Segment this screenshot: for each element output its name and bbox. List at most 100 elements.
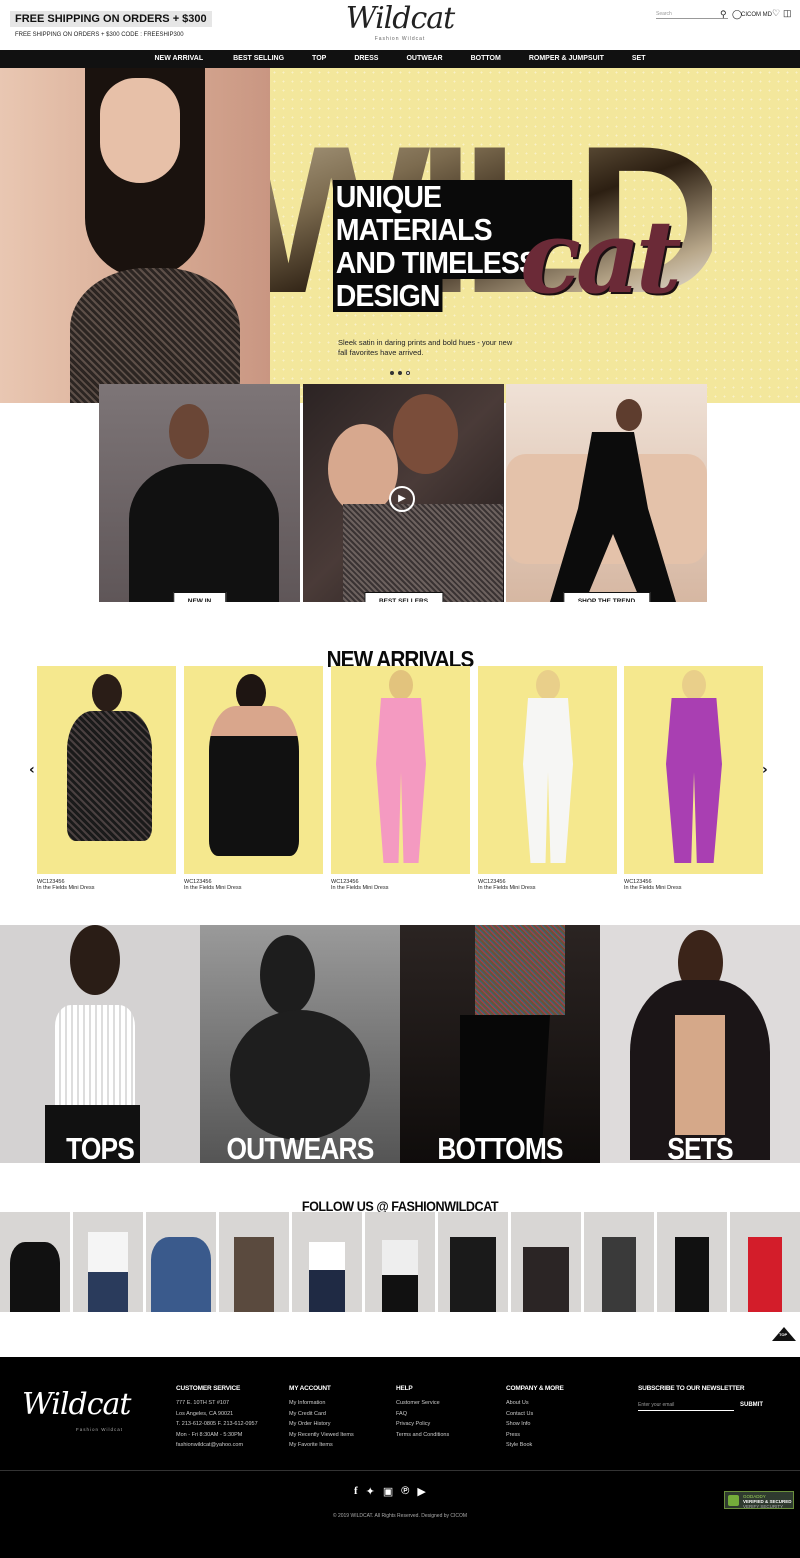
instagram-post[interactable] [438,1212,508,1312]
product-image[interactable] [184,666,323,874]
post-figure [88,1272,128,1312]
newsletter-email-input[interactable]: Enter your email [638,1399,734,1411]
shop-the-trend-button[interactable]: SHOP THE TREND [562,592,651,602]
footer-email-link[interactable]: fashionwildcat@yahoo.com [176,1440,258,1451]
model-head [682,670,706,700]
product-image[interactable] [624,666,763,874]
product-image[interactable] [331,666,470,874]
feature-tile-shop-trend[interactable]: SHOP THE TREND [506,384,707,602]
footer-link[interactable]: Contact Us [506,1409,564,1420]
back-to-top-label: TOP [779,1332,788,1337]
footer-text: T. 213-612-0805 F. 213-612-0957 [176,1421,258,1427]
nav-best-selling[interactable]: BEST SELLING [233,50,284,68]
product-card[interactable]: WC123456 In the Fields Mini Dress [37,666,176,891]
back-to-top-button[interactable]: TOP [772,1327,796,1341]
footer-link[interactable]: My Information [289,1398,354,1409]
footer-link[interactable]: Style Book [506,1440,564,1451]
footer-link[interactable]: Press [506,1430,564,1441]
product-name[interactable]: In the Fields Mini Dress [624,885,763,891]
product-card[interactable]: WC123456 In the Fields Mini Dress [624,666,763,891]
carousel-dot[interactable] [390,371,394,375]
product-name[interactable]: In the Fields Mini Dress [184,885,323,891]
chevron-left-icon[interactable]: ‹ [29,762,35,778]
footer-link[interactable]: Terms and Conditions [396,1430,449,1441]
feature-tile-best-sellers[interactable]: ▶ BEST SELLERS [303,384,504,602]
product-image[interactable] [37,666,176,874]
product-name[interactable]: In the Fields Mini Dress [478,885,617,891]
footer-link[interactable]: My Favorite Items [289,1440,354,1451]
product-card[interactable]: WC123456 In the Fields Mini Dress [331,666,470,891]
model-bodysuit [209,706,299,856]
category-bottoms[interactable]: BOTTOMS [400,925,600,1163]
hero-banner[interactable]: WILD UNIQUE MATERIALS AND TIMELESS DESIG… [0,68,800,403]
twitter-icon[interactable]: ✦ [366,1485,375,1498]
footer-link[interactable]: Privacy Policy [396,1419,449,1430]
feature-tile-new-in[interactable]: NEW IN [99,384,300,602]
post-figure [450,1237,496,1312]
search-input[interactable]: Search [656,9,728,19]
instagram-post[interactable] [73,1212,143,1312]
carousel-dot[interactable] [406,371,410,375]
product-name[interactable]: In the Fields Mini Dress [37,885,176,891]
cat-model-lace-top [55,1005,135,1110]
instagram-post[interactable] [511,1212,581,1312]
shield-icon [728,1495,739,1506]
footer-link[interactable]: FAQ [396,1409,449,1420]
footer-link[interactable]: My Recently Viewed Items [289,1430,354,1441]
account-label[interactable]: CICOM MD [741,10,772,20]
instagram-post[interactable] [219,1212,289,1312]
facebook-icon[interactable]: f [354,1485,358,1498]
instagram-post[interactable] [0,1212,70,1312]
footer-link[interactable]: My Order History [289,1419,354,1430]
post-figure [382,1240,418,1275]
category-label: BOTTOMS [437,1131,563,1163]
footer-logo[interactable]: Wildcat [22,1387,131,1422]
product-card[interactable]: WC123456 In the Fields Mini Dress [478,666,617,891]
nav-top[interactable]: TOP [312,50,326,68]
footer-link[interactable]: Customer Service [396,1398,449,1409]
pinterest-icon[interactable]: ℗ [401,1485,409,1498]
bag-icon[interactable]: ◫ [783,8,792,18]
product-image[interactable] [478,666,617,874]
post-figure [523,1247,569,1312]
nav-set[interactable]: SET [632,50,646,68]
site-logo[interactable]: Wildcat Fashion Wildcat [322,0,478,46]
carousel-dot[interactable] [398,371,402,375]
main-nav: NEW ARRIVAL BEST SELLING TOP DRESS OUTWE… [0,50,800,68]
instagram-post[interactable] [365,1212,435,1312]
logo-script: Wildcat [345,1,455,36]
search-icon[interactable]: ⚲ [720,9,727,19]
category-sets[interactable]: SETS [600,925,800,1163]
new-in-button[interactable]: NEW IN [172,592,227,602]
instagram-icon[interactable]: ▣ [383,1485,393,1498]
instagram-post[interactable] [730,1212,800,1312]
nav-bottom[interactable]: BOTTOM [471,50,501,68]
post-figure [234,1237,274,1312]
nav-outwear[interactable]: OUTWEAR [406,50,442,68]
category-tops[interactable]: TOPS [0,925,200,1163]
instagram-post[interactable] [657,1212,727,1312]
youtube-icon[interactable]: ▶ [417,1485,425,1498]
nav-new-arrival[interactable]: NEW ARRIVAL [154,50,203,68]
post-figure [88,1232,128,1272]
cat-model-hair [260,935,315,1015]
cat-model-head [70,925,120,995]
nav-romper-jumpsuit[interactable]: ROMPER & JUMPSUIT [529,50,604,68]
footer-link[interactable]: My Credit Card [289,1409,354,1420]
newsletter-submit-button[interactable]: SUBMIT [740,1399,763,1408]
best-sellers-button[interactable]: BEST SELLERS [363,592,444,602]
category-outwears[interactable]: OUTWEARS [200,925,400,1163]
play-icon[interactable]: ▶ [389,486,415,512]
instagram-post[interactable] [146,1212,216,1312]
product-name[interactable]: In the Fields Mini Dress [331,885,470,891]
promo-subtext: FREE SHIPPING ON ORDERS + $300 CODE : FR… [15,32,184,38]
godaddy-security-badge[interactable]: GODADDY VERIFIED & SECURED VERIFY SECURI… [724,1491,794,1509]
instagram-post[interactable] [584,1212,654,1312]
heart-icon[interactable]: ♡ [772,8,780,18]
nav-dress[interactable]: DRESS [354,50,378,68]
footer-link[interactable]: About Us [506,1398,564,1409]
footer-link[interactable]: Show Info [506,1419,564,1430]
instagram-post[interactable] [292,1212,362,1312]
product-card[interactable]: WC123456 In the Fields Mini Dress [184,666,323,891]
hero-model-bustier [70,268,240,403]
